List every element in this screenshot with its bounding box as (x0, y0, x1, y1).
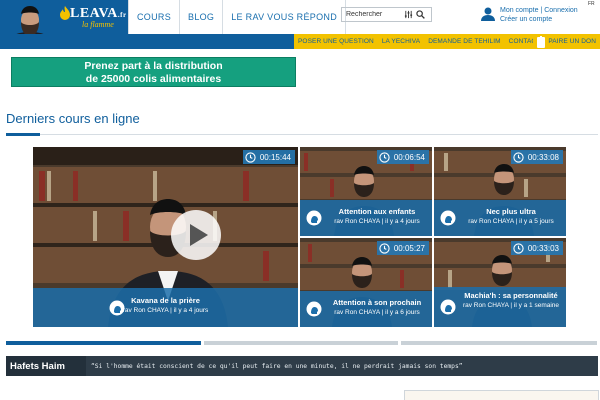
speaker-head-icon (109, 300, 125, 315)
carousel-indicator (6, 341, 600, 345)
speaker-head-icon (306, 301, 322, 317)
quote-author: Hafets Haim (6, 356, 86, 376)
speaker-head-icon (440, 299, 456, 315)
video-duration: 00:06:54 (376, 150, 429, 164)
clock-icon (245, 151, 256, 163)
video-title: Attention à son prochain (332, 298, 422, 307)
video-tile[interactable]: 00:33:08 Nec plus ultra rav Ron CHAYA | … (434, 147, 566, 236)
video-tile-featured[interactable]: 00:15:44 Kavana de la prière rav Ron CHA… (33, 147, 298, 327)
video-meta: rav Ron CHAYA | il y a 4 jours (334, 218, 420, 225)
donate-icon (537, 35, 546, 48)
duration-text: 00:33:03 (527, 243, 559, 253)
video-caption: Kavana de la prière rav Ron CHAYA | il y… (33, 288, 298, 327)
video-tile[interactable]: 00:33:03 Machia'h : sa personnalité rav … (434, 238, 566, 327)
subnav-poser-question[interactable]: POSER UNE QUESTION (294, 38, 378, 45)
subnav-yechiva[interactable]: LA YECHIVA (378, 38, 424, 45)
search-input[interactable] (342, 11, 402, 18)
search-box (341, 7, 432, 22)
quote-text: “Si l'homme était conscient de ce qu'il … (91, 362, 463, 370)
play-button[interactable] (171, 210, 221, 260)
video-title: Machia'h : sa personnalité (464, 291, 558, 300)
video-caption: Nec plus ultra rav Ron CHAYA | il y a 5 … (434, 200, 566, 236)
donate-label: PAIRE UN DON (548, 38, 596, 45)
video-duration: 00:33:08 (510, 150, 563, 164)
video-title: Attention aux enfants (338, 207, 416, 216)
carousel-dot[interactable] (204, 341, 398, 345)
duration-text: 00:33:08 (527, 152, 559, 162)
banner-line-2: de 25000 colis alimentaires (85, 73, 222, 85)
section-divider-accent (6, 133, 40, 136)
play-icon (190, 224, 208, 246)
video-duration: 00:05:27 (376, 241, 429, 255)
quote-ticker: Hafets Haim “Si l'homme était conscient … (6, 356, 598, 376)
video-caption: Attention aux enfants rav Ron CHAYA | il… (300, 200, 432, 236)
page: COURS BLOG LE RAV VOUS RÉPOND Mon compte… (0, 0, 600, 400)
logo-text: LEAVA (70, 6, 118, 21)
account-login-link[interactable]: Mon compte | Connexion (500, 6, 578, 15)
nav-blog[interactable]: BLOG (180, 0, 224, 34)
video-meta: rav Ron CHAYA | il y a 4 jours (122, 307, 209, 314)
nav-rav-vous-repond[interactable]: LE RAV VOUS RÉPOND (223, 0, 346, 34)
video-tile[interactable]: 00:05:27 Attention à son prochain rav Ro… (300, 238, 432, 327)
video-tile[interactable]: 00:06:54 Attention aux enfants rav Ron C… (300, 147, 432, 236)
clock-icon (513, 242, 524, 254)
video-caption: Attention à son prochain rav Ron CHAYA |… (300, 291, 432, 327)
side-box-peek (404, 390, 599, 400)
speaker-head-icon (440, 210, 456, 226)
subnav-tehilim[interactable]: DEMANDE DE TEHILIM (424, 38, 504, 45)
logo-tagline: la flamme (82, 20, 114, 29)
flame-icon (60, 6, 70, 20)
section-title: Derniers cours en ligne (6, 111, 140, 126)
banner-line-1: Prenez part à la distribution (84, 60, 223, 72)
video-title: Kavana de la prière (131, 296, 200, 305)
filter-icon[interactable] (402, 9, 414, 21)
video-meta: rav Ron CHAYA | il y a 6 jours (334, 309, 420, 316)
language-badge[interactable]: FR (588, 1, 595, 7)
video-duration: 00:15:44 (242, 150, 295, 164)
speaker-head-icon (306, 210, 322, 226)
clock-icon (379, 151, 390, 163)
carousel-dot[interactable] (6, 341, 201, 345)
nav-cours[interactable]: COURS (128, 0, 181, 34)
duration-text: 00:15:44 (259, 152, 291, 162)
logo-suffix: .fr (117, 11, 127, 19)
secondary-nav: POSER UNE QUESTION LA YECHIVA DEMANDE DE… (294, 34, 600, 49)
duration-text: 00:06:54 (393, 152, 425, 162)
video-duration: 00:33:03 (510, 241, 563, 255)
clock-icon (379, 242, 390, 254)
create-account-link[interactable]: Créer un compte (500, 15, 578, 24)
account: Mon compte | Connexion Créer un compte (480, 6, 578, 28)
duration-text: 00:05:27 (393, 243, 425, 253)
video-meta: rav Ron CHAYA | il y a 1 semaine (462, 302, 560, 309)
carousel-dot[interactable] (401, 341, 597, 345)
video-meta: rav Ron CHAYA | il y a 5 jours (468, 218, 554, 225)
video-caption: Machia'h : sa personnalité rav Ron CHAYA… (434, 287, 566, 327)
next-section-peek (16, 391, 196, 400)
section-divider (6, 134, 598, 135)
user-icon[interactable] (480, 6, 496, 28)
promo-banner[interactable]: Prenez part à la distribution de 25000 c… (11, 57, 296, 87)
donate-button[interactable]: PAIRE UN DON (533, 34, 600, 49)
clock-icon (513, 151, 524, 163)
search-icon[interactable] (414, 9, 426, 21)
main-nav: COURS BLOG LE RAV VOUS RÉPOND (128, 0, 346, 34)
video-title: Nec plus ultra (486, 207, 536, 216)
